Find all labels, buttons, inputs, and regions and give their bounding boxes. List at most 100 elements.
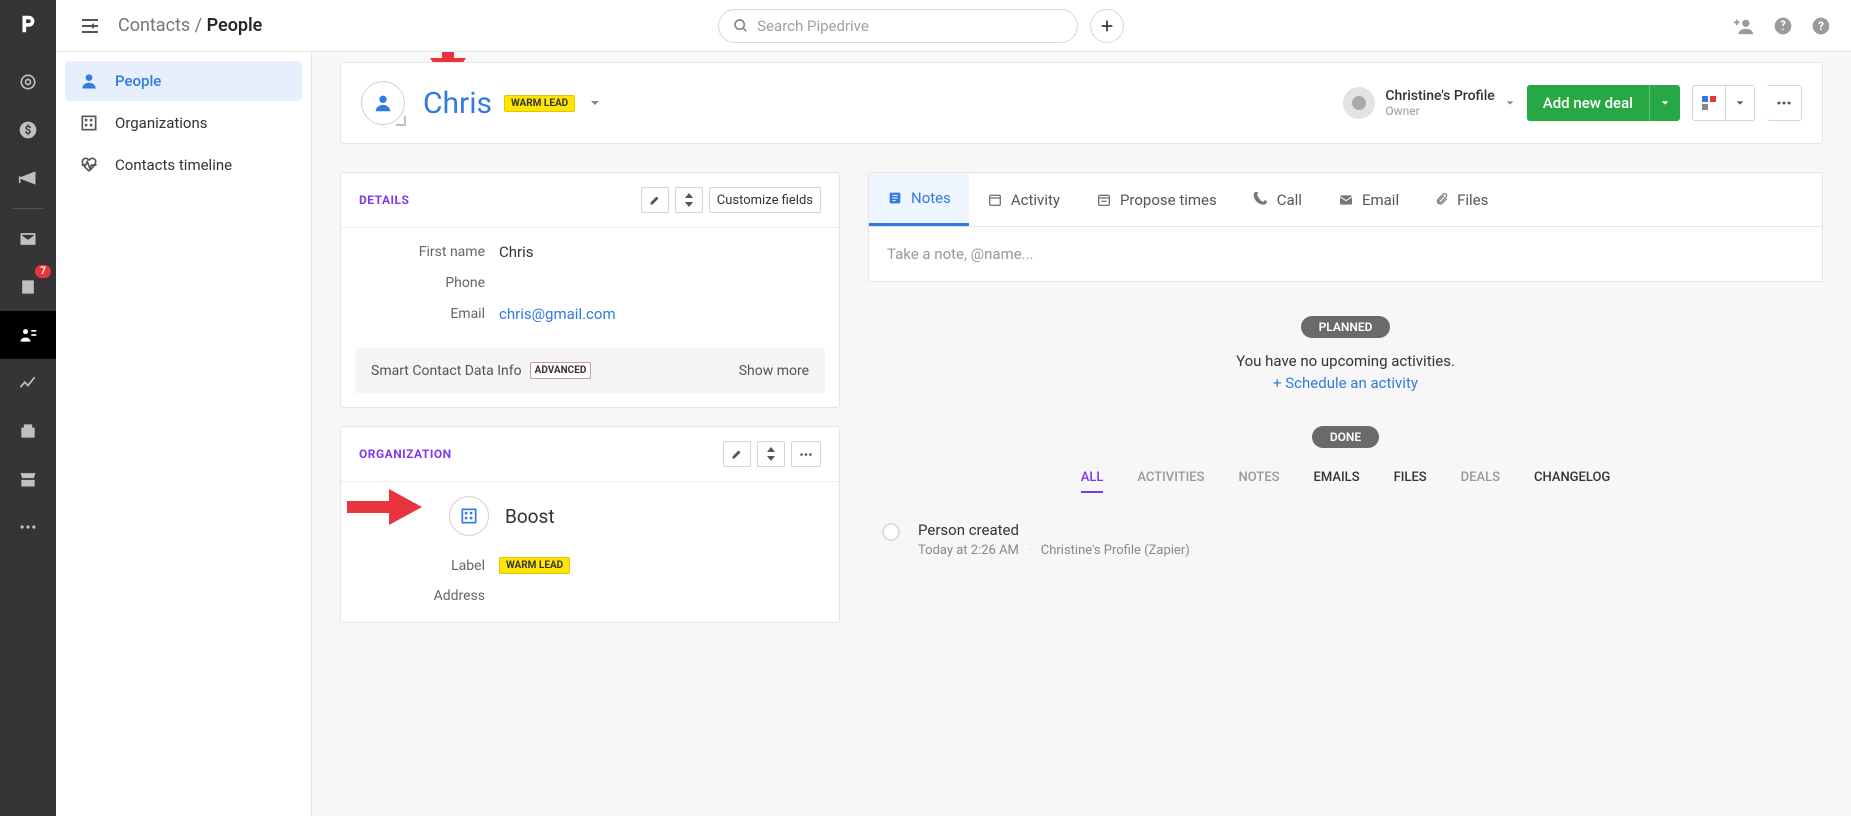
person-label-dropdown[interactable] <box>589 97 601 109</box>
tab-call[interactable]: Call <box>1235 173 1320 226</box>
invite-users-icon[interactable] <box>1733 16 1755 36</box>
help-icon[interactable]: ? <box>1811 16 1831 36</box>
org-name[interactable]: Boost <box>505 505 555 528</box>
filter-activities[interactable]: ACTIVITIES <box>1137 470 1204 493</box>
view-dropdown-button[interactable] <box>1726 85 1755 121</box>
person-avatar[interactable] <box>361 81 405 125</box>
filter-notes[interactable]: NOTES <box>1239 470 1280 493</box>
nav-contacts-icon[interactable] <box>0 311 56 359</box>
view-layout-button[interactable] <box>1692 85 1726 121</box>
building-icon <box>79 113 99 133</box>
note-icon <box>887 190 903 206</box>
show-more-link[interactable]: Show more <box>739 363 809 379</box>
nav-leads-icon[interactable] <box>0 58 56 106</box>
nav-divider <box>13 208 43 209</box>
nav-more-icon[interactable] <box>0 503 56 551</box>
tab-activity[interactable]: Activity <box>969 173 1078 226</box>
tab-email[interactable]: Email <box>1320 173 1417 226</box>
reorder-details-button[interactable] <box>675 187 703 213</box>
nav-mail-icon[interactable] <box>0 215 56 263</box>
planned-pill: PLANNED <box>1301 316 1391 338</box>
feed-item: Person created Today at 2:26 AM · Christ… <box>868 521 1823 558</box>
nav-marketplace-icon[interactable] <box>0 455 56 503</box>
org-label-badge[interactable]: WARM LEAD <box>499 557 570 574</box>
first-name-label: First name <box>359 244 499 260</box>
nav-insights-icon[interactable] <box>0 359 56 407</box>
no-upcoming-text: You have no upcoming activities. <box>868 352 1823 370</box>
note-input[interactable]: Take a note, @name... <box>868 227 1823 282</box>
filter-deals[interactable]: DEALS <box>1461 470 1500 493</box>
tab-activity-label: Activity <box>1011 191 1060 209</box>
tab-files[interactable]: Files <box>1417 173 1506 226</box>
filter-emails[interactable]: EMAILS <box>1314 470 1360 493</box>
smart-data-label: Smart Contact Data Info <box>371 363 522 379</box>
paperclip-icon <box>1435 192 1449 208</box>
edit-details-button[interactable] <box>641 187 669 213</box>
more-org-button[interactable] <box>791 441 821 467</box>
first-name-value[interactable]: Chris <box>499 243 534 261</box>
customize-fields-button[interactable]: Customize fields <box>709 187 821 213</box>
breadcrumb-current: People <box>207 15 263 36</box>
tab-propose[interactable]: Propose times <box>1078 173 1235 226</box>
organization-title: ORGANIZATION <box>359 447 452 461</box>
org-icon[interactable] <box>449 496 489 536</box>
organization-card: ORGANIZATION Boost <box>340 426 840 623</box>
schedule-activity-link[interactable]: + Schedule an activity <box>1273 374 1418 392</box>
sub-nav-people[interactable]: People <box>65 61 302 101</box>
phone-label: Phone <box>359 275 499 291</box>
person-name[interactable]: Chris <box>423 86 492 121</box>
feed-filter-tabs: ALL ACTIVITIES NOTES EMAILS FILES DEALS … <box>868 470 1823 493</box>
reorder-org-button[interactable] <box>757 441 785 467</box>
owner-selector[interactable]: Christine's Profile Owner <box>1343 87 1514 119</box>
org-address-field: Address <box>359 588 499 604</box>
calendar-range-icon <box>1096 192 1112 208</box>
done-pill: DONE <box>1312 426 1379 448</box>
nav-activities-icon[interactable]: 7 <box>0 263 56 311</box>
phone-icon <box>1253 192 1269 208</box>
filter-files[interactable]: FILES <box>1394 470 1427 493</box>
edit-org-button[interactable] <box>723 441 751 467</box>
advanced-badge: ADVANCED <box>530 362 592 379</box>
collapse-menu-button[interactable] <box>76 12 104 40</box>
breadcrumb: Contacts / People <box>118 15 262 36</box>
plus-icon <box>1099 18 1115 34</box>
filter-all[interactable]: ALL <box>1081 470 1104 493</box>
person-label-badge[interactable]: WARM LEAD <box>504 95 575 112</box>
sub-nav-organizations-label: Organizations <box>115 114 208 132</box>
sub-nav-timeline[interactable]: Contacts timeline <box>65 145 302 185</box>
feed-item-time: Today at 2:26 AM <box>918 543 1019 558</box>
breadcrumb-separator: / <box>195 15 207 36</box>
calendar-icon <box>987 192 1003 208</box>
add-deal-caret[interactable] <box>1649 85 1680 121</box>
org-label-field: Label <box>359 558 499 574</box>
nav-products-icon[interactable] <box>0 407 56 455</box>
details-title: DETAILS <box>359 193 409 207</box>
more-actions-button[interactable] <box>1767 85 1802 121</box>
nav-deals-icon[interactable]: $ <box>0 106 56 154</box>
nav-campaigns-icon[interactable] <box>0 154 56 202</box>
heartbeat-icon <box>79 155 99 175</box>
tab-notes-label: Notes <box>911 189 951 207</box>
person-icon <box>79 71 99 91</box>
smart-contact-data: Smart Contact Data Info ADVANCED Show mo… <box>355 348 825 393</box>
tab-notes[interactable]: Notes <box>869 173 969 226</box>
tips-icon[interactable] <box>1773 16 1793 36</box>
filter-changelog[interactable]: CHANGELOG <box>1534 470 1610 493</box>
search-input[interactable]: Search Pipedrive <box>718 9 1078 43</box>
owner-avatar <box>1343 87 1375 119</box>
quick-add-button[interactable] <box>1090 9 1124 43</box>
tab-email-label: Email <box>1362 191 1399 209</box>
feed-dot-icon[interactable] <box>882 523 900 541</box>
email-label: Email <box>359 306 499 322</box>
breadcrumb-parent[interactable]: Contacts <box>118 15 190 36</box>
sub-nav-timeline-label: Contacts timeline <box>115 156 232 174</box>
sub-nav-organizations[interactable]: Organizations <box>65 103 302 143</box>
add-new-deal-button[interactable]: Add new deal <box>1527 85 1680 121</box>
tab-files-label: Files <box>1457 191 1488 209</box>
pipedrive-logo[interactable] <box>12 8 44 40</box>
person-icon <box>372 92 394 114</box>
activity-tabs: Notes Activity Propose times Call Email <box>868 172 1823 227</box>
sub-nav-people-label: People <box>115 72 161 90</box>
nav-badge: 7 <box>35 265 51 278</box>
email-value[interactable]: chris@gmail.com <box>499 305 616 323</box>
